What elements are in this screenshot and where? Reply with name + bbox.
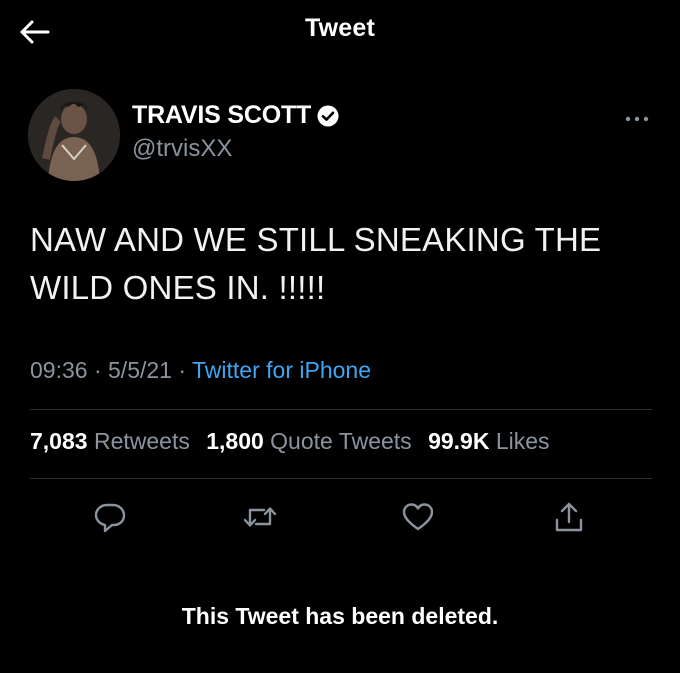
reply-button[interactable] (90, 497, 130, 537)
separator: · (93, 357, 102, 383)
share-button[interactable] (549, 497, 589, 537)
tweet-meta: 09:36 · 5/5/21 · Twitter for iPhone (30, 357, 371, 384)
author-handle[interactable]: @trvisXX (132, 135, 232, 163)
like-icon (402, 503, 434, 531)
divider (30, 409, 652, 410)
tweet-source-link[interactable]: Twitter for iPhone (192, 357, 371, 383)
avatar[interactable] (28, 89, 120, 181)
tweet-date: 5/5/21 (108, 357, 172, 383)
quote-tweets-stat[interactable]: 1,800 Quote Tweets (206, 428, 411, 454)
retweets-stat[interactable]: 7,083 Retweets (30, 428, 190, 454)
like-button[interactable] (398, 497, 438, 537)
deleted-notice: This Tweet has been deleted. (181, 603, 499, 629)
author-name[interactable]: TRAVIS SCOTT (132, 101, 311, 130)
page-title: Tweet (305, 14, 375, 42)
tweet-stats: 7,083 Retweets 1,800 Quote Tweets 99.9K … (30, 428, 560, 455)
tweet-text-line: NAW AND WE STILL SNEAKING THE (30, 221, 602, 258)
verified-icon (317, 105, 339, 126)
reply-icon (94, 503, 126, 533)
tweet-time: 09:36 (30, 357, 88, 383)
tweet-text: NAW AND WE STILL SNEAKING THE WILD ONES … (30, 216, 650, 312)
retweet-button[interactable] (240, 497, 280, 537)
divider (30, 478, 652, 479)
share-icon (555, 502, 583, 532)
separator: · (178, 357, 187, 383)
retweet-icon (243, 507, 277, 527)
more-icon[interactable] (622, 112, 652, 124)
likes-stat[interactable]: 99.9K Likes (428, 428, 549, 454)
tweet-text-line: WILD ONES IN. !!!!! (30, 269, 326, 306)
